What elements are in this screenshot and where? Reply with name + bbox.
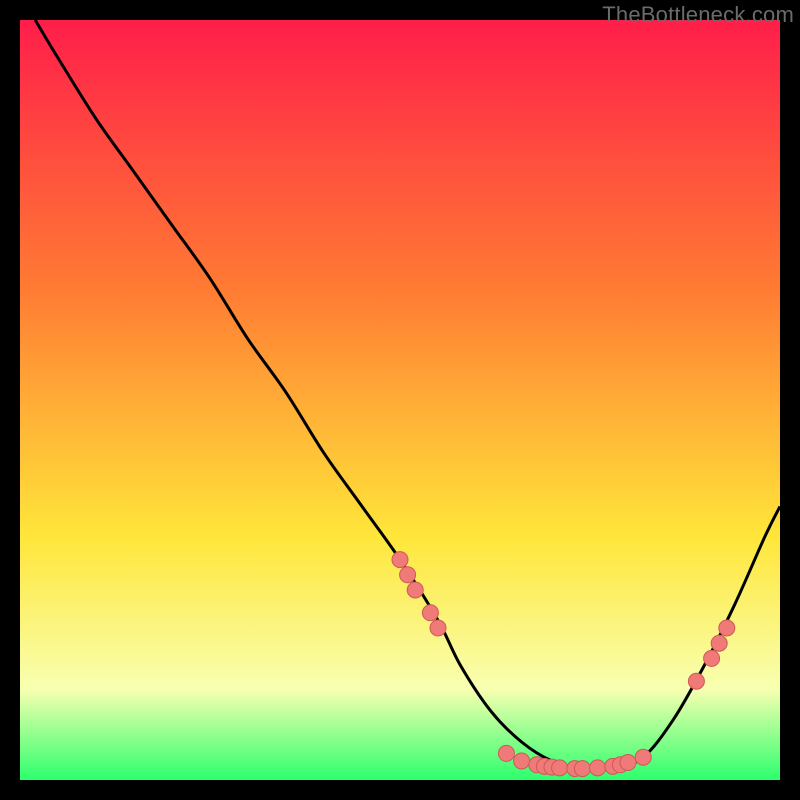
data-point: [688, 673, 704, 689]
gradient-background: [20, 20, 780, 780]
watermark-text: TheBottleneck.com: [602, 2, 794, 28]
data-point: [514, 753, 530, 769]
plot-area: [20, 20, 780, 780]
data-point: [620, 755, 636, 771]
data-point: [430, 620, 446, 636]
chart-frame: [20, 20, 780, 780]
data-point: [704, 650, 720, 666]
data-point: [574, 761, 590, 777]
data-point: [498, 745, 514, 761]
chart-svg: [20, 20, 780, 780]
data-point: [392, 552, 408, 568]
data-point: [400, 567, 416, 583]
data-point: [422, 605, 438, 621]
data-point: [711, 635, 727, 651]
data-point: [590, 760, 606, 776]
data-point: [407, 582, 423, 598]
data-point: [635, 749, 651, 765]
data-point: [719, 620, 735, 636]
data-point: [552, 760, 568, 776]
